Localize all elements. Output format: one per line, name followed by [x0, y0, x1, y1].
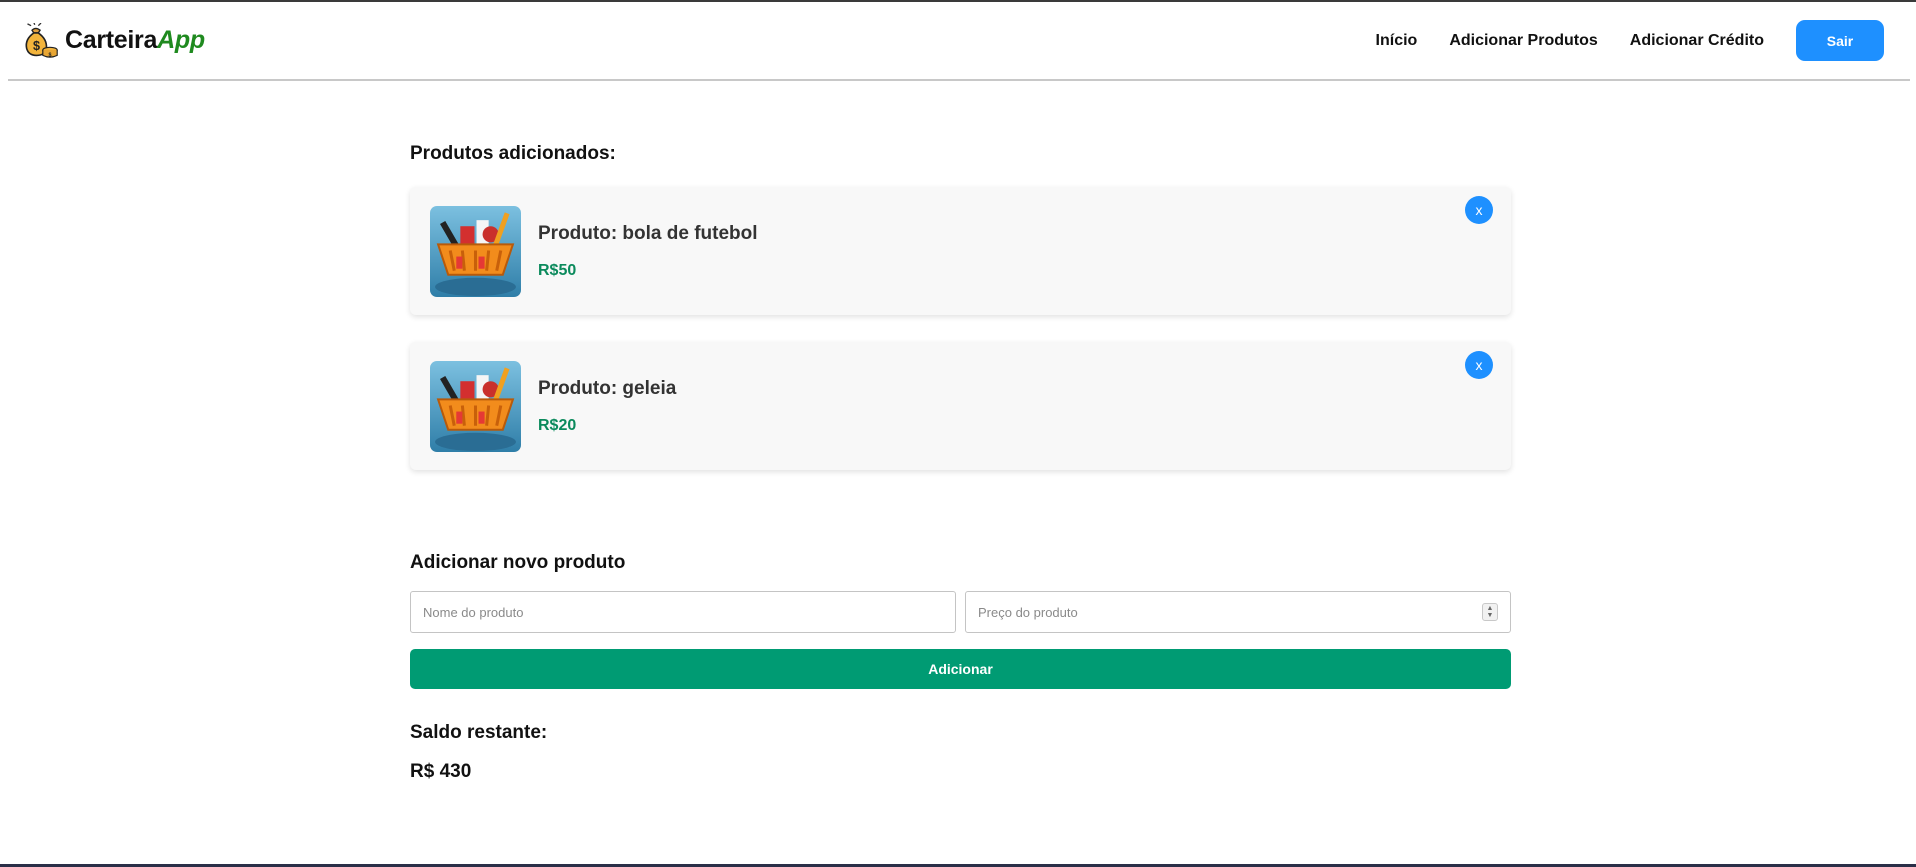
nav-link-inicio[interactable]: Início — [1376, 32, 1418, 50]
svg-text:$: $ — [49, 52, 52, 58]
product-card: Produto: bola de futebol R$50 x — [410, 187, 1511, 315]
nav-links: Início Adicionar Produtos Adicionar Créd… — [1344, 20, 1884, 61]
product-price-input[interactable] — [978, 604, 1498, 620]
product-name: Produto: geleia — [538, 377, 677, 399]
nav-link-adicionar-credito[interactable]: Adicionar Crédito — [1630, 32, 1764, 50]
products-title: Produtos adicionados: — [410, 143, 616, 164]
brand[interactable]: $ $ CarteiraApp — [23, 22, 205, 59]
money-bag-icon: $ $ — [25, 22, 58, 58]
product-card: Produto: geleia R$20 x — [410, 342, 1511, 470]
brand-name: CarteiraApp — [65, 26, 205, 54]
number-spinner-icon[interactable]: ▲ ▼ — [1482, 603, 1498, 621]
logout-button[interactable]: Sair — [1796, 20, 1884, 61]
product-price-field: ▲▼ — [965, 591, 1511, 633]
add-product-form: ▲▼ — [410, 591, 1511, 633]
balance-label: Saldo restante: — [410, 722, 548, 743]
add-product-title: Adicionar novo produto — [410, 552, 626, 573]
shopping-basket-icon — [430, 205, 521, 297]
product-info: Produto: geleia R$20 — [538, 378, 676, 435]
svg-text:$: $ — [33, 39, 40, 53]
shopping-basket-icon — [430, 360, 521, 452]
product-name-input[interactable] — [423, 604, 943, 620]
remove-product-button[interactable]: x — [1465, 351, 1493, 379]
product-name-field — [410, 591, 956, 633]
main-content: Produtos adicionados: Produto: bola de f… — [410, 143, 1511, 783]
product-price: R$20 — [538, 416, 577, 434]
product-name: Produto: bola de futebol — [538, 222, 758, 244]
navbar: $ $ CarteiraApp Início Adicionar Produto… — [8, 2, 1910, 81]
add-product-button[interactable]: Adicionar — [410, 649, 1511, 689]
product-info: Produto: bola de futebol R$50 — [538, 223, 758, 280]
remove-product-button[interactable]: x — [1465, 196, 1493, 224]
product-price: R$50 — [538, 261, 577, 279]
nav-link-adicionar-produtos[interactable]: Adicionar Produtos — [1449, 32, 1597, 50]
balance-value: R$ 430 — [410, 761, 472, 782]
